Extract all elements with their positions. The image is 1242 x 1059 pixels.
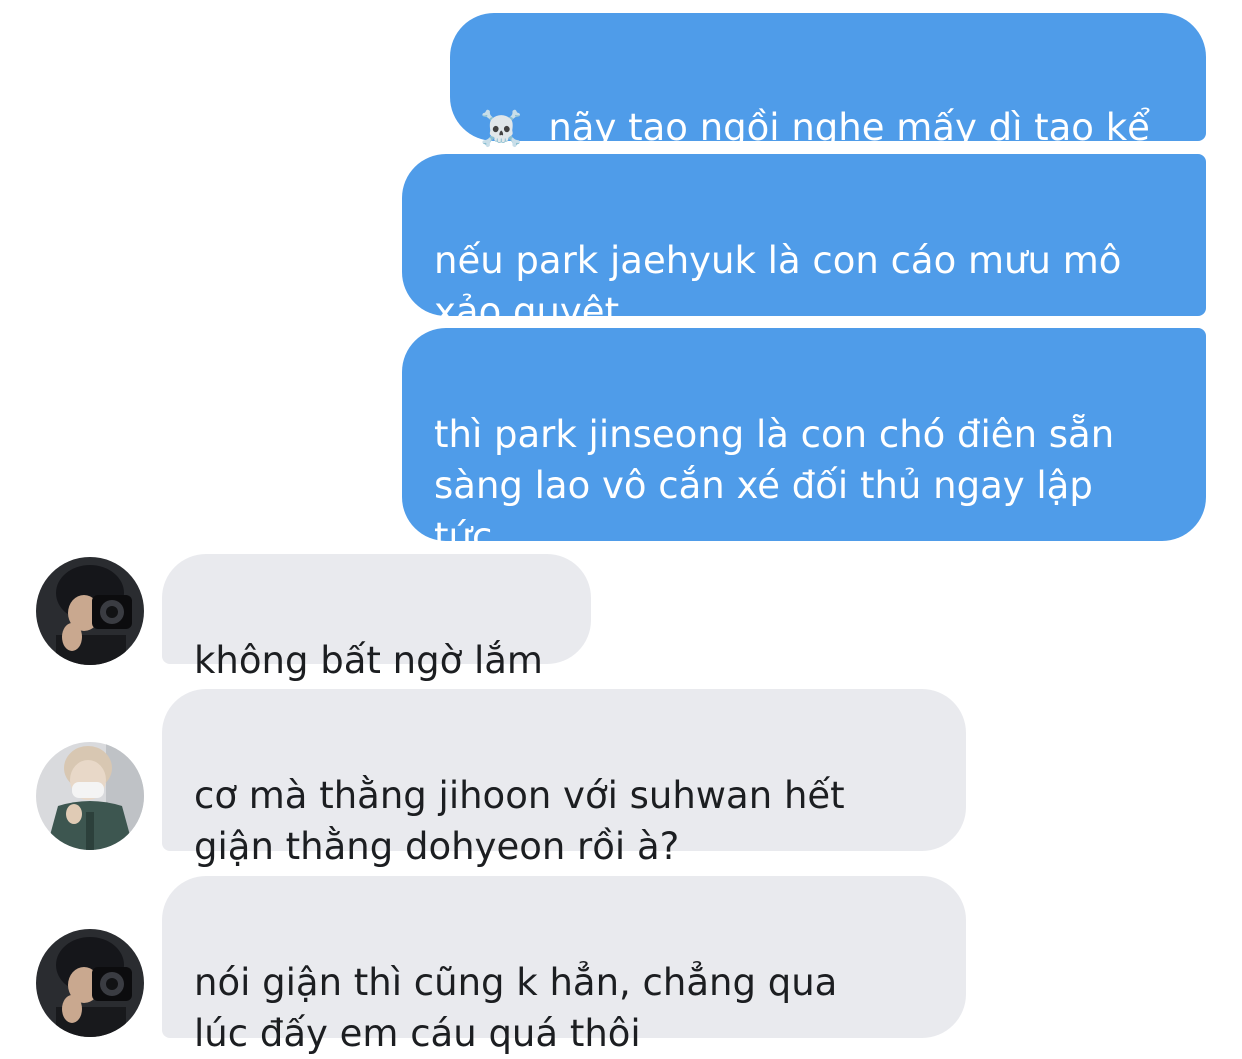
avatar-camera[interactable]	[36, 929, 144, 1037]
message-text: cơ mà thằng jihoon với suhwan hết giận t…	[194, 774, 845, 868]
avatar-camera-image	[36, 557, 144, 665]
avatar-mask[interactable]	[36, 742, 144, 850]
message-bubble-outgoing[interactable]: ☠️ nãy tao ngồi nghe mấy dì tao kể	[450, 13, 1206, 149]
message-text: nãy tao ngồi nghe mấy dì tao kể	[548, 106, 1150, 149]
message-text: không bất ngờ lắm	[194, 639, 543, 682]
message-bubble-outgoing[interactable]: thì park jinseong là con chó điên sẵn sà…	[402, 328, 1206, 558]
message-text: thì park jinseong là con chó điên sẵn sà…	[434, 413, 1115, 558]
message-bubble-incoming[interactable]: cơ mà thằng jihoon với suhwan hết giận t…	[162, 689, 966, 868]
message-bubble-outgoing[interactable]: nếu park jaehyuk là con cáo mưu mô xảo q…	[402, 154, 1206, 333]
message-text: nói giận thì cũng k hẳn, chẳng qua lúc đ…	[194, 961, 838, 1055]
avatar-mask-image	[36, 742, 144, 850]
avatar-camera-image	[36, 929, 144, 1037]
message-bubble-incoming[interactable]: nói giận thì cũng k hẳn, chẳng qua lúc đ…	[162, 876, 966, 1055]
avatar-camera[interactable]	[36, 557, 144, 665]
skull-crossbones-icon: ☠️	[480, 109, 523, 149]
message-bubble-incoming[interactable]: không bất ngờ lắm	[162, 554, 591, 682]
message-text: nếu park jaehyuk là con cáo mưu mô xảo q…	[434, 239, 1122, 333]
